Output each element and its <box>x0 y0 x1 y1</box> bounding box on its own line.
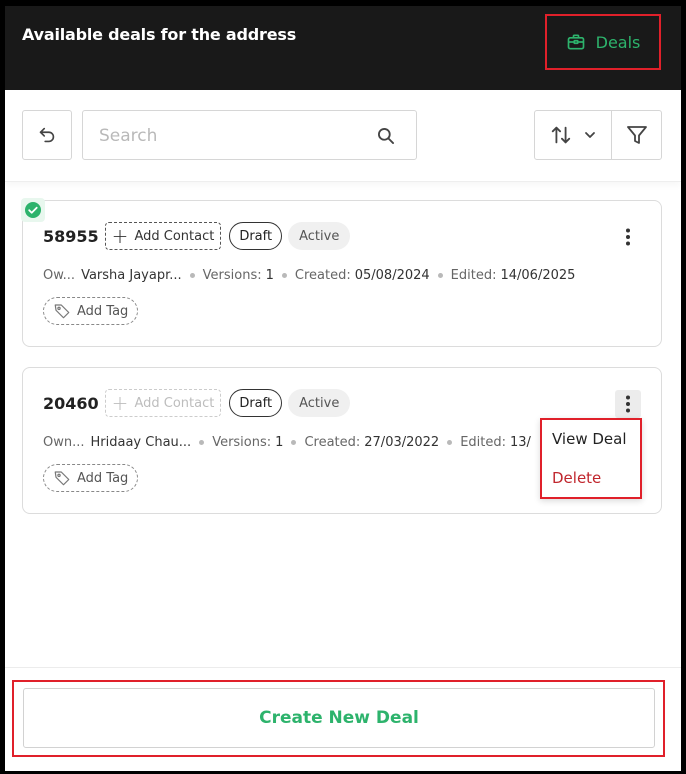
add-tag-button[interactable]: Add Tag <box>43 297 139 325</box>
panel-header: Available deals for the address Deals <box>5 6 681 90</box>
deal-context-menu: View Deal Delete <box>540 418 642 499</box>
filter-button[interactable] <box>611 110 662 160</box>
versions-value: 1 <box>265 267 274 283</box>
edited-value: 13/ <box>510 434 531 450</box>
tag-icon <box>54 304 70 319</box>
view-deal-menu-item[interactable]: View Deal <box>552 430 627 448</box>
deals-panel: Available deals for the address Deals Se… <box>5 6 681 771</box>
deal-header-row: 58955 + Add Contact Draft Active <box>43 221 351 251</box>
status-badge: Draft <box>229 389 283 417</box>
delete-menu-item[interactable]: Delete <box>552 469 601 487</box>
filter-icon <box>626 126 647 144</box>
add-contact-label: Add Contact <box>134 228 215 244</box>
panel-footer: Create New Deal <box>5 667 681 771</box>
versions-label: Versions: <box>202 267 262 283</box>
state-badge: Active <box>288 389 351 417</box>
kebab-menu-icon <box>626 228 630 246</box>
state-badge: Active <box>288 222 351 250</box>
separator-dot <box>291 439 297 445</box>
search-box <box>82 110 417 160</box>
chevron-down-icon <box>585 132 595 138</box>
tag-icon <box>54 471 70 486</box>
toolbar <box>5 90 681 182</box>
versions-value: 1 <box>275 434 284 450</box>
created-label: Created: <box>304 434 361 450</box>
deal-header-row: 20460 + Add Contact Draft Active <box>43 388 351 418</box>
kebab-menu-icon <box>626 395 630 413</box>
selected-check-icon <box>21 198 45 222</box>
panel-title: Available deals for the address <box>22 25 297 44</box>
undo-arrow-icon <box>39 127 55 143</box>
created-label: Created: <box>294 267 351 283</box>
sort-arrows-icon <box>551 126 571 144</box>
created-value: 05/08/2024 <box>354 267 430 283</box>
created-value: 27/03/2022 <box>364 434 440 450</box>
search-icon[interactable] <box>376 126 396 146</box>
back-button[interactable] <box>22 110 72 160</box>
owner-label: Own... <box>43 434 85 450</box>
owner-value: Varsha Jayapr... <box>81 267 182 283</box>
search-input[interactable] <box>99 124 359 148</box>
versions-label: Versions: <box>212 434 272 450</box>
separator-dot <box>189 272 195 278</box>
separator-dot <box>281 272 287 278</box>
plus-icon: + <box>111 224 129 248</box>
add-tag-button[interactable]: Add Tag <box>43 464 139 492</box>
edited-label: Edited: <box>460 434 507 450</box>
separator-dot <box>199 439 205 445</box>
sort-button[interactable] <box>534 110 612 160</box>
create-deal-highlight: Create New Deal <box>12 680 665 757</box>
create-new-deal-button[interactable]: Create New Deal <box>23 688 655 748</box>
add-contact-label: Add Contact <box>134 395 215 411</box>
add-contact-button[interactable]: + Add Contact <box>104 389 222 417</box>
owner-value: Hridaay Chau... <box>90 434 192 450</box>
plus-icon: + <box>111 391 129 415</box>
status-badge: Draft <box>229 222 283 250</box>
owner-label: Ow... <box>43 267 76 283</box>
deal-meta-row: Ow... Varsha Jayapr... Versions: 1 Creat… <box>43 265 575 285</box>
separator-dot <box>437 272 443 278</box>
deal-meta-row: Own... Hridaay Chau... Versions: 1 Creat… <box>43 432 531 452</box>
deals-button[interactable]: Deals <box>545 14 661 70</box>
more-options-button[interactable] <box>615 390 641 418</box>
more-options-button[interactable] <box>615 223 641 251</box>
deal-id: 20460 <box>43 393 99 413</box>
deal-id: 58955 <box>43 226 99 246</box>
deals-button-label: Deals <box>595 32 641 52</box>
add-contact-button[interactable]: + Add Contact <box>104 222 222 250</box>
edited-value: 14/06/2025 <box>500 267 576 283</box>
briefcase-icon <box>567 34 584 50</box>
separator-dot <box>447 439 453 445</box>
add-tag-label: Add Tag <box>77 303 129 319</box>
edited-label: Edited: <box>450 267 497 283</box>
add-tag-label: Add Tag <box>77 470 129 486</box>
deal-card[interactable]: 58955 + Add Contact Draft Active Ow... V… <box>21 198 662 347</box>
